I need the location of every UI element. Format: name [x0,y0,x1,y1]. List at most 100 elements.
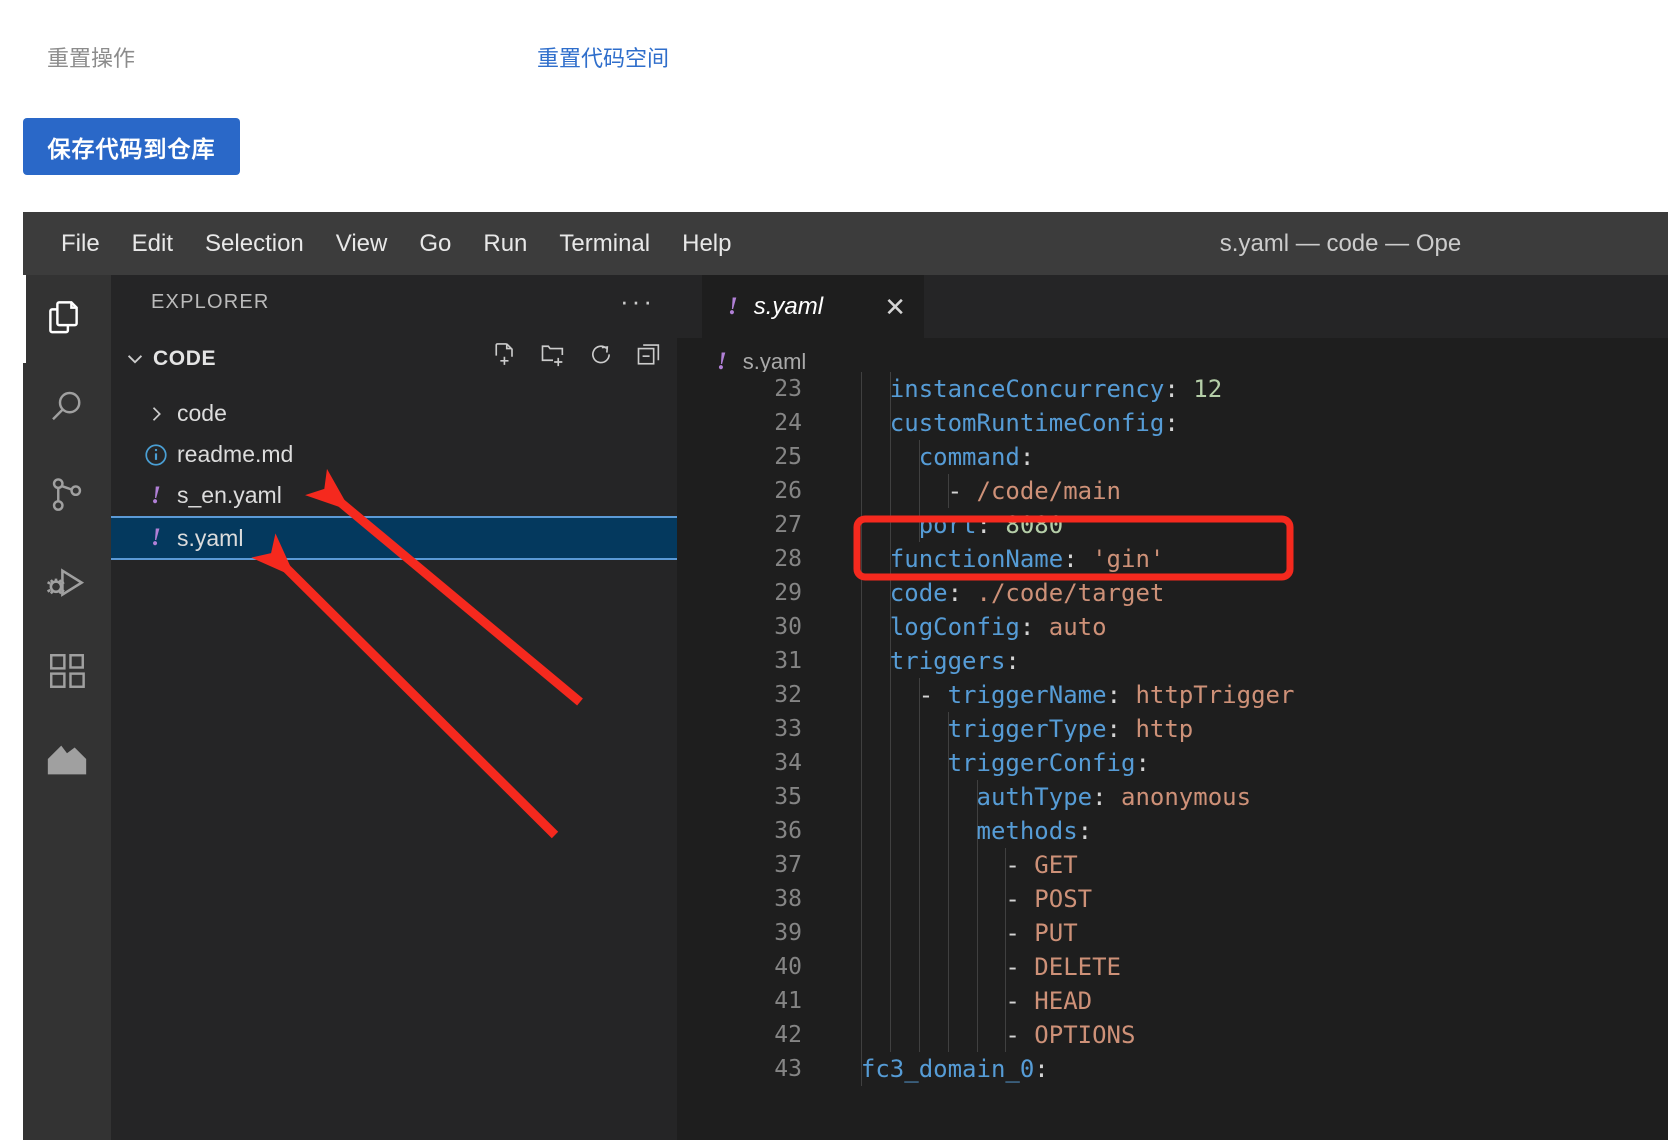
line-number: 33 [774,716,802,742]
line-text: code: ./code/target [889,579,1165,607]
sidebar-title: EXPLORER [151,291,270,313]
run-and-debug-icon[interactable] [23,539,111,627]
web-control-panel: 重置操作 重置代码空间 保存代码到仓库 [0,0,1668,212]
line-number: 26 [774,478,802,504]
menu-bar: File Edit Selection View Go Run Terminal… [23,212,1668,275]
code-line[interactable]: 26 - /code/main [677,474,1668,508]
code-line[interactable]: 41 - HEAD [677,984,1668,1018]
menu-file[interactable]: File [45,230,116,258]
line-text: triggers: [889,647,1020,675]
code-line[interactable]: 43 fc3_domain_0: [677,1052,1668,1086]
menu-edit[interactable]: Edit [116,230,189,258]
line-number: 35 [774,784,802,810]
code-line[interactable]: 37 - GET [677,848,1668,882]
close-icon[interactable]: ✕ [884,294,906,320]
line-text: - HEAD [1005,987,1093,1015]
line-number: 38 [774,886,802,912]
line-number: 37 [774,852,802,878]
line-number: 32 [774,682,802,708]
code-line[interactable]: 25 command: [677,440,1668,474]
vscode-window: File Edit Selection View Go Run Terminal… [23,212,1668,1140]
code-line[interactable]: 36 methods: [677,814,1668,848]
code-line[interactable]: 27 port: 8080 [677,508,1668,542]
explorer-item-s-yaml[interactable]: ! s.yaml [111,516,677,560]
editor-area: ! s.yaml ✕ ! s.yaml 23 instanceConcurren… [677,275,1668,1140]
editor-tab-s-yaml[interactable]: ! s.yaml ✕ [702,275,924,338]
line-text: - DELETE [1005,953,1121,981]
line-number: 27 [774,512,802,538]
line-text: - PUT [1005,919,1078,947]
code-line[interactable]: 28 functionName: 'gin' [677,542,1668,576]
line-number: 29 [774,580,802,606]
code-line[interactable]: 33 triggerType: http [677,712,1668,746]
code-line[interactable]: 31 triggers: [677,644,1668,678]
line-text: customRuntimeConfig: [889,409,1179,437]
line-number: 42 [774,1022,802,1048]
line-number: 40 [774,954,802,980]
line-number: 41 [774,988,802,1014]
menu-view[interactable]: View [320,230,404,258]
search-icon[interactable] [23,363,111,451]
line-text: instanceConcurrency: 12 [889,375,1223,403]
chevron-down-icon [117,348,153,370]
editor-tab-bar: ! s.yaml ✕ [677,275,1668,338]
explorer-icon[interactable] [23,275,111,363]
menu-run[interactable]: Run [467,230,543,258]
line-text: - /code/main [947,477,1121,505]
code-line[interactable]: 24 customRuntimeConfig: [677,406,1668,440]
save-code-to-repo-button[interactable]: 保存代码到仓库 [23,118,240,175]
line-text: fc3_domain_0: [860,1055,1049,1083]
yaml-icon: ! [151,481,161,509]
menu-help[interactable]: Help [666,230,747,258]
line-number: 25 [774,444,802,470]
menu-terminal[interactable]: Terminal [543,230,666,258]
code-line[interactable]: 23 instanceConcurrency: 12 [677,372,1668,406]
explorer-item-s-en-yaml[interactable]: ! s_en.yaml [111,475,677,516]
code-line[interactable]: 39 - PUT [677,916,1668,950]
menu-go[interactable]: Go [403,230,467,258]
chevron-right-icon [135,404,177,424]
reset-operation-label: 重置操作 [47,46,136,71]
code-line[interactable]: 40 - DELETE [677,950,1668,984]
line-text: methods: [976,817,1093,845]
source-control-icon[interactable] [23,451,111,539]
explorer-folder-label: CODE [153,347,217,370]
code-line[interactable]: 32 - triggerName: httpTrigger [677,678,1668,712]
code-line[interactable]: 42 - OPTIONS [677,1018,1668,1052]
code-line[interactable]: 35 authType: anonymous [677,780,1668,814]
code-line[interactable]: 30 logConfig: auto [677,610,1668,644]
line-text: logConfig: auto [889,613,1107,641]
serverless-devs-logo-icon[interactable] [23,715,111,803]
line-text: - OPTIONS [1005,1021,1136,1049]
line-text: - triggerName: httpTrigger [918,681,1295,709]
line-number: 34 [774,750,802,776]
line-text: triggerConfig: [947,749,1150,777]
sidebar-more-actions-button[interactable]: ··· [620,288,655,314]
line-number: 39 [774,920,802,946]
yaml-icon: ! [151,524,161,551]
code-editor-content[interactable]: 23 instanceConcurrency: 12 24 customRunti… [677,372,1668,1126]
explorer-item-label: s.yaml [177,524,244,551]
explorer-item-code[interactable]: code [111,393,677,434]
line-text: port: 8080 [918,511,1064,539]
code-line[interactable]: 29 code: ./code/target [677,576,1668,610]
explorer-item-label: readme.md [177,441,294,467]
new-file-icon[interactable] [489,339,521,371]
new-folder-icon[interactable] [537,339,569,371]
refresh-icon[interactable] [585,339,617,371]
line-number: 24 [774,410,802,436]
line-number: 43 [774,1056,802,1082]
explorer-folder-toolbar [489,339,665,371]
line-text: - POST [1005,885,1093,913]
line-text: authType: anonymous [976,783,1252,811]
explorer-item-readme-md[interactable]: readme.md [111,434,677,475]
editor-tab-label: s.yaml [753,292,824,320]
code-line[interactable]: 38 - POST [677,882,1668,916]
line-number: 30 [774,614,802,640]
collapse-all-icon[interactable] [633,339,665,371]
menu-selection[interactable]: Selection [189,230,320,258]
line-text: - GET [1005,851,1078,879]
code-line[interactable]: 34 triggerConfig: [677,746,1668,780]
extensions-icon[interactable] [23,627,111,715]
reset-workspace-link[interactable]: 重置代码空间 [537,44,669,74]
